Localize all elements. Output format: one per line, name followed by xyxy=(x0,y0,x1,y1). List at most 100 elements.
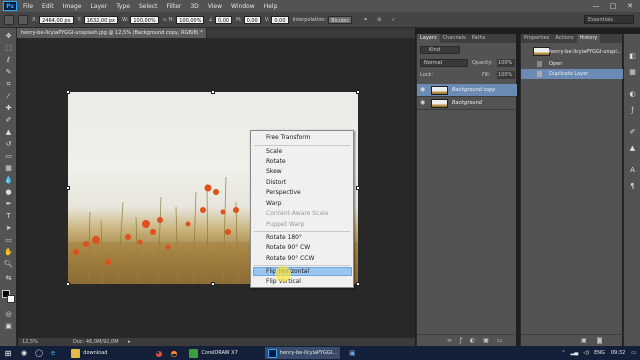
menu-item-skew[interactable]: Skew xyxy=(266,168,282,176)
task-view-icon[interactable]: ◉ xyxy=(18,347,30,359)
path-select-tool-icon[interactable]: ➤ xyxy=(3,224,14,233)
transform-handle-top-right[interactable] xyxy=(356,90,360,94)
menu-item-rotate[interactable]: Rotate xyxy=(266,158,286,166)
tab-actions[interactable]: Actions xyxy=(552,34,576,43)
tab-history[interactable]: History xyxy=(576,34,601,43)
paragraph-panel-icon[interactable]: ¶ xyxy=(627,182,638,191)
menu-3d[interactable]: 3D xyxy=(190,3,198,10)
workspace-select[interactable]: Essentials xyxy=(584,15,634,24)
menu-edit[interactable]: Edit xyxy=(42,3,54,10)
notifications-icon[interactable]: ▭ xyxy=(631,350,636,356)
eye-icon[interactable]: ◉ xyxy=(420,87,426,93)
eye-icon[interactable]: ◉ xyxy=(420,100,426,106)
brush-panel-icon[interactable]: ✐ xyxy=(627,128,638,137)
transform-handle-top-left[interactable] xyxy=(66,90,70,94)
menu-item-rotate-90-cw[interactable]: Rotate 90° CW xyxy=(266,244,310,252)
transform-tool-icon[interactable] xyxy=(4,14,14,25)
tab-channels[interactable]: Channels xyxy=(440,34,469,43)
tab-layers[interactable]: Layers xyxy=(417,34,440,43)
color-panel-icon[interactable]: ◧ xyxy=(627,52,638,61)
layers-footer-icons[interactable]: ∞ ƒ ◐ ▣ ▭ ▢ ▯ xyxy=(417,334,517,355)
styles-panel-icon[interactable]: ƒ xyxy=(627,106,638,115)
menu-help[interactable]: Help xyxy=(264,3,278,10)
zoom-tool-icon[interactable]: 🔍︎ xyxy=(3,260,14,269)
menu-file[interactable]: File xyxy=(23,3,33,10)
move-tool-icon[interactable]: ✥ xyxy=(3,32,14,41)
menu-item-distort[interactable]: Distort xyxy=(266,179,286,187)
clone-stamp-tool-icon[interactable]: ▲ xyxy=(3,128,14,137)
history-snapshot[interactable]: henry-be-lIcyiaPYGGI-unspl... xyxy=(521,45,623,59)
transform-handle-bottom-left[interactable] xyxy=(66,282,70,286)
vskew-field[interactable]: 0,00 xyxy=(271,15,289,24)
interpolation-select[interactable]: Bicubic xyxy=(328,15,353,24)
warp-mode-icon[interactable]: ⌗ xyxy=(364,17,367,23)
commit-transform-icon[interactable]: ✓ xyxy=(391,17,395,23)
hskew-field[interactable]: 0,00 xyxy=(243,15,261,24)
cancel-transform-icon[interactable]: ⊘ xyxy=(377,17,381,23)
default-colors-icon[interactable]: ⇆ xyxy=(3,274,14,283)
close-button[interactable]: ✕ xyxy=(622,1,638,11)
quick-select-tool-icon[interactable]: ✎ xyxy=(3,68,14,77)
firefox-icon[interactable]: ◓ xyxy=(167,347,180,359)
fill-field[interactable]: 100% xyxy=(497,71,515,79)
x-field[interactable]: 2464,00 px xyxy=(39,15,74,24)
document-tab[interactable]: henry-be-lIcyiaPYGGI-unsplash.jpg @ 12,5… xyxy=(17,28,207,38)
transform-handle-bottom[interactable] xyxy=(211,282,215,286)
maximize-button[interactable]: □ xyxy=(605,1,621,11)
dodge-tool-icon[interactable]: ● xyxy=(3,188,14,197)
lasso-tool-icon[interactable]: ℓ xyxy=(3,56,14,65)
chrome-icon[interactable]: ◕ xyxy=(152,347,165,359)
search-icon[interactable]: ◯ xyxy=(32,347,46,359)
healing-tool-icon[interactable]: ✚ xyxy=(3,104,14,113)
crop-tool-icon[interactable]: ⌗ xyxy=(3,80,14,89)
transform-handle-left[interactable] xyxy=(66,186,70,190)
blend-mode-select[interactable]: Normal xyxy=(420,59,468,67)
menu-item-free-transform[interactable]: Free Transform xyxy=(266,134,310,142)
marquee-tool-icon[interactable]: ⬚ xyxy=(3,44,14,53)
pen-tool-icon[interactable]: ✒ xyxy=(3,200,14,209)
zoom-level[interactable]: 12,5% xyxy=(22,338,38,346)
menu-view[interactable]: View xyxy=(208,3,222,10)
menu-item-perspective[interactable]: Perspective xyxy=(266,189,301,197)
history-brush-tool-icon[interactable]: ↺ xyxy=(3,140,14,149)
shape-tool-icon[interactable]: ▭ xyxy=(3,236,14,245)
gradient-tool-icon[interactable]: ▦ xyxy=(3,164,14,173)
menu-image[interactable]: Image xyxy=(63,3,82,10)
screen-mode-icon[interactable]: ▣ xyxy=(3,322,14,331)
hand-tool-icon[interactable]: ✋ xyxy=(3,248,14,257)
transform-handle-right[interactable] xyxy=(356,186,360,190)
quick-mask-icon[interactable]: ◎ xyxy=(3,310,14,319)
network-icon[interactable]: ▂▄ xyxy=(571,350,579,356)
swatches-panel-icon[interactable]: ▦ xyxy=(627,68,638,77)
menu-select[interactable]: Select xyxy=(139,3,158,10)
character-panel-icon[interactable]: A xyxy=(627,166,638,175)
angle-field[interactable]: 0,00 xyxy=(214,15,233,24)
menu-item-warp[interactable]: Warp xyxy=(266,200,282,208)
link-icon[interactable]: ∞ xyxy=(163,17,167,23)
blur-tool-icon[interactable]: 💧 xyxy=(3,176,14,185)
width-field[interactable]: 100,00% xyxy=(130,15,159,24)
taskbar-app-photoshop[interactable]: henry-be-lIcyiaPYGGI... xyxy=(264,347,340,359)
start-button-icon[interactable]: ⊞ xyxy=(0,347,16,359)
eyedropper-tool-icon[interactable]: ⁄ xyxy=(3,92,14,101)
y-field[interactable]: 1632,00 px xyxy=(83,15,119,24)
taskbar-app-download[interactable]: download xyxy=(68,347,110,359)
tab-properties[interactable]: Properties xyxy=(521,34,552,43)
transform-handle-top[interactable] xyxy=(211,90,215,94)
transform-handle-bottom-right[interactable] xyxy=(356,282,360,286)
history-state-duplicate-layer[interactable]: Duplicate Layer xyxy=(521,69,623,79)
menu-filter[interactable]: Filter xyxy=(167,3,182,10)
layer-row-background[interactable]: ◉ Background xyxy=(417,97,517,110)
adjustments-panel-icon[interactable]: ◐ xyxy=(627,90,638,99)
volume-icon[interactable]: ◁) xyxy=(583,350,589,356)
media-app-icon[interactable]: ▣ xyxy=(346,347,359,359)
brush-tool-icon[interactable]: ✐ xyxy=(3,116,14,125)
ie-icon[interactable]: e xyxy=(48,347,58,359)
tray-up-icon[interactable]: ⌃ xyxy=(561,350,565,356)
background-color-swatch[interactable] xyxy=(7,295,15,303)
menu-type[interactable]: Type xyxy=(116,3,130,10)
menu-item-scale[interactable]: Scale xyxy=(266,148,282,156)
taskbar-app-coreldraw[interactable]: CorelDRAW X7 xyxy=(186,347,240,359)
layer-row-background-copy[interactable]: ◉ Background copy xyxy=(417,84,517,97)
history-state-open[interactable]: Open xyxy=(521,59,623,69)
